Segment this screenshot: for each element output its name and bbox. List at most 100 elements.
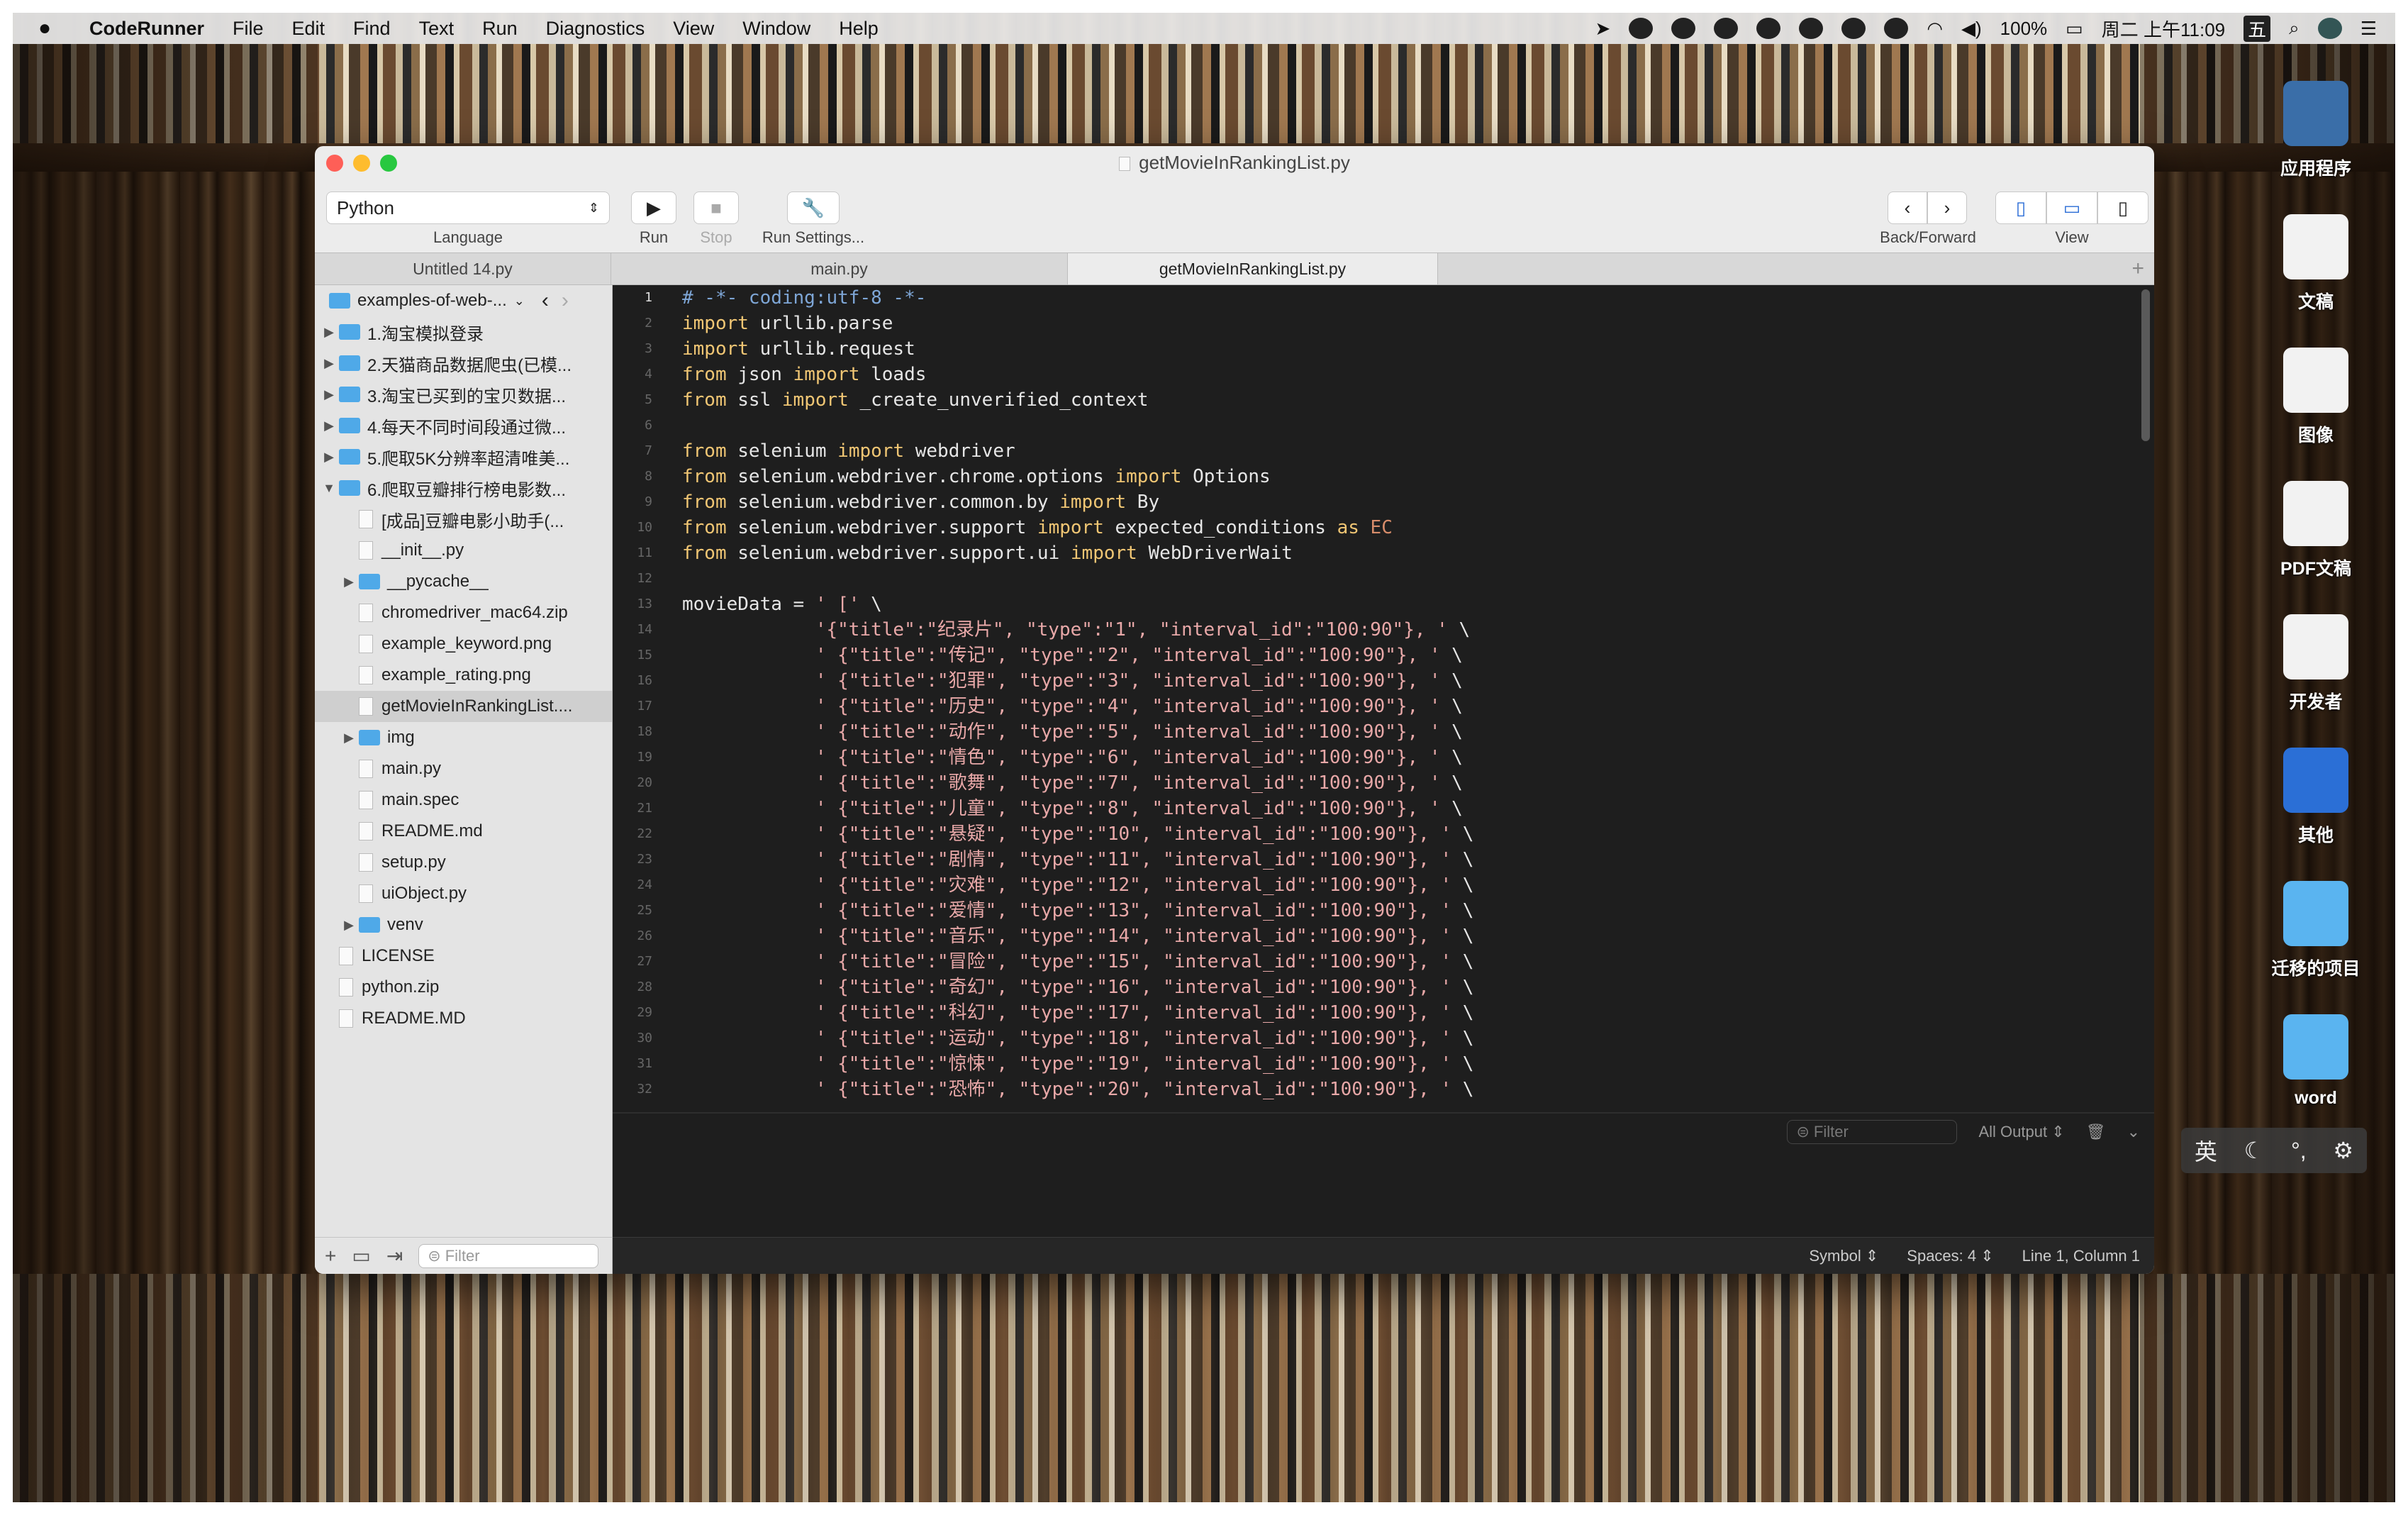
sidebar-tree-item[interactable]: uiObject.py: [315, 878, 612, 909]
disclosure-triangle-icon[interactable]: ▼: [319, 481, 339, 496]
app-menu[interactable]: CodeRunner: [89, 18, 204, 40]
toggle-inspector-button[interactable]: ▯: [2097, 192, 2148, 224]
moon-icon[interactable]: ☾: [2244, 1137, 2265, 1164]
tab-untitled[interactable]: Untitled 14.py: [315, 253, 611, 284]
menu-run[interactable]: Run: [482, 18, 518, 40]
desktop-icon[interactable]: PDF文稿: [2238, 481, 2394, 580]
symbol-select[interactable]: Symbol ⇕: [1809, 1247, 1878, 1265]
stop-button[interactable]: ■: [693, 192, 739, 224]
notification-center-icon[interactable]: ☰: [2360, 18, 2377, 40]
sidebar-tree-item[interactable]: README.MD: [315, 1003, 612, 1034]
disclosure-triangle-icon[interactable]: ▶: [319, 325, 339, 340]
console-pane[interactable]: ⊜ Filter All Output ⇕ 🗑 ⌄: [613, 1112, 2154, 1237]
disclosure-triangle-icon[interactable]: ▶: [319, 387, 339, 402]
sidebar-tree-item[interactable]: ▶ 3.淘宝已买到的宝贝数据...: [315, 379, 612, 410]
input-method-icon[interactable]: 五: [2243, 15, 2271, 42]
gear-icon[interactable]: ⚙: [2333, 1137, 2353, 1164]
cursor-position[interactable]: Line 1, Column 1: [2022, 1247, 2140, 1265]
sidebar-tree-item[interactable]: python.zip: [315, 972, 612, 1003]
notification-icon[interactable]: [1799, 18, 1824, 39]
run-button[interactable]: ▶: [631, 192, 676, 224]
menu-file[interactable]: File: [233, 18, 264, 40]
sidebar-filter-input[interactable]: ⊜ Filter: [418, 1243, 599, 1268]
project-header[interactable]: examples-of-web-... ⌄ ‹ ›: [315, 285, 612, 316]
location-icon[interactable]: ➤: [1595, 18, 1611, 40]
ime-lang[interactable]: 英: [2195, 1134, 2217, 1167]
code-editor[interactable]: 1 2 3 4 5 6 7 8 9 10 11 12 13 14 15 16 17 18 19 20 21 22 23 24 2…: [613, 285, 2154, 1112]
chevron-down-icon[interactable]: ⌄: [514, 294, 525, 309]
sidebar-tree-item[interactable]: chromedriver_mac64.zip: [315, 597, 612, 628]
import-icon[interactable]: ⇥: [386, 1244, 403, 1267]
volume-icon[interactable]: ◀): [1961, 18, 1982, 40]
desktop-icon[interactable]: word: [2238, 1014, 2394, 1109]
sidebar-tree-item[interactable]: ▼ 6.爬取豆瓣排行榜电影数...: [315, 472, 612, 504]
new-tab-button[interactable]: +: [1438, 253, 2154, 284]
chevron-right-icon[interactable]: ›: [562, 289, 569, 313]
menu-edit[interactable]: Edit: [292, 18, 325, 40]
toggle-sidebar-button[interactable]: ▯: [1995, 192, 2046, 224]
menu-view[interactable]: View: [673, 18, 714, 40]
title-bar[interactable]: getMovieInRankingList.py: [315, 146, 2154, 177]
apple-menu-icon[interactable]: ●: [38, 16, 75, 40]
sidebar-tree-item[interactable]: ▶ venv: [315, 909, 612, 940]
menu-text[interactable]: Text: [419, 18, 455, 40]
new-folder-icon[interactable]: ▭: [352, 1244, 370, 1267]
sidebar-tree-item[interactable]: LICENSE: [315, 940, 612, 972]
desktop-icon[interactable]: 迁移的项目: [2238, 881, 2394, 980]
output-select[interactable]: All Output ⇕: [1978, 1123, 2064, 1141]
shield-icon[interactable]: [1841, 18, 1866, 39]
tab-main[interactable]: main.py: [611, 253, 1068, 284]
menu-diagnostics[interactable]: Diagnostics: [546, 18, 645, 40]
punctuation-icon[interactable]: °,: [2291, 1138, 2307, 1164]
siri-icon[interactable]: [2317, 18, 2342, 39]
chevron-left-icon[interactable]: ‹: [542, 289, 549, 313]
sidebar-tree-item[interactable]: ▶ __pycache__: [315, 566, 612, 597]
sidebar-tree-item[interactable]: ▶ 5.爬取5K分辨率超清唯美...: [315, 441, 612, 472]
menu-window[interactable]: Window: [742, 18, 810, 40]
sidebar-tree-item[interactable]: __init__.py: [315, 535, 612, 566]
trash-icon[interactable]: 🗑: [2086, 1123, 2106, 1141]
toggle-console-button[interactable]: ▭: [2046, 192, 2097, 224]
wifi-icon[interactable]: ◠: [1927, 18, 1943, 40]
menu-find[interactable]: Find: [353, 18, 391, 40]
desktop-icon[interactable]: 应用程序: [2238, 81, 2394, 180]
disclosure-triangle-icon[interactable]: ▶: [319, 450, 339, 465]
desktop-icon[interactable]: 其他: [2238, 748, 2394, 847]
chat-icon[interactable]: [1671, 18, 1696, 39]
desktop-icon[interactable]: 文稿: [2238, 214, 2394, 313]
disclosure-triangle-icon[interactable]: ▶: [319, 418, 339, 433]
code-area[interactable]: # -*- coding:utf-8 -*- import urllib.pars…: [682, 285, 2140, 1102]
disclosure-triangle-icon[interactable]: ▶: [339, 731, 359, 745]
sidebar-tree-item[interactable]: README.md: [315, 816, 612, 847]
sidebar-tree-item[interactable]: ▶ img: [315, 722, 612, 753]
menu-help[interactable]: Help: [839, 18, 879, 40]
sidebar-tree-item[interactable]: getMovieInRankingList....: [315, 691, 612, 722]
add-icon[interactable]: +: [325, 1245, 336, 1267]
disclosure-triangle-icon[interactable]: ▶: [339, 918, 359, 933]
sync-icon[interactable]: [1756, 18, 1781, 39]
language-select[interactable]: Python ⇕: [326, 192, 610, 224]
battery-icon[interactable]: ▭: [2066, 18, 2083, 40]
disclosure-triangle-icon[interactable]: ▶: [319, 356, 339, 371]
console-filter-input[interactable]: ⊜ Filter: [1787, 1120, 1958, 1144]
cloud-icon[interactable]: [1714, 18, 1739, 39]
desktop-icon[interactable]: 图像: [2238, 348, 2394, 447]
clock[interactable]: 周二 上午11:09: [2102, 16, 2225, 42]
sidebar-tree-item[interactable]: example_rating.png: [315, 660, 612, 691]
chevron-down-icon[interactable]: ⌄: [2127, 1123, 2140, 1141]
spotlight-search-icon[interactable]: ⌕: [2289, 17, 2300, 40]
back-button[interactable]: ‹: [1888, 192, 1927, 224]
tab-getmovie[interactable]: getMovieInRankingList.py: [1068, 253, 1438, 284]
disclosure-triangle-icon[interactable]: ▶: [339, 575, 359, 589]
vertical-scrollbar[interactable]: [2141, 289, 2150, 441]
sidebar-tree-item[interactable]: example_keyword.png: [315, 628, 612, 660]
tools-icon[interactable]: [1884, 18, 1909, 39]
sidebar-tree-item[interactable]: ▶ 1.淘宝模拟登录: [315, 316, 612, 348]
sidebar-tree-item[interactable]: ▶ 4.每天不同时间段通过微...: [315, 410, 612, 441]
desktop-icon[interactable]: 开发者: [2238, 614, 2394, 714]
sidebar-tree-item[interactable]: main.py: [315, 753, 612, 784]
spaces-select[interactable]: Spaces: 4 ⇕: [1907, 1247, 1993, 1265]
sidebar-tree-item[interactable]: main.spec: [315, 784, 612, 816]
forward-button[interactable]: ›: [1927, 192, 1967, 224]
sidebar-tree-item[interactable]: setup.py: [315, 847, 612, 878]
